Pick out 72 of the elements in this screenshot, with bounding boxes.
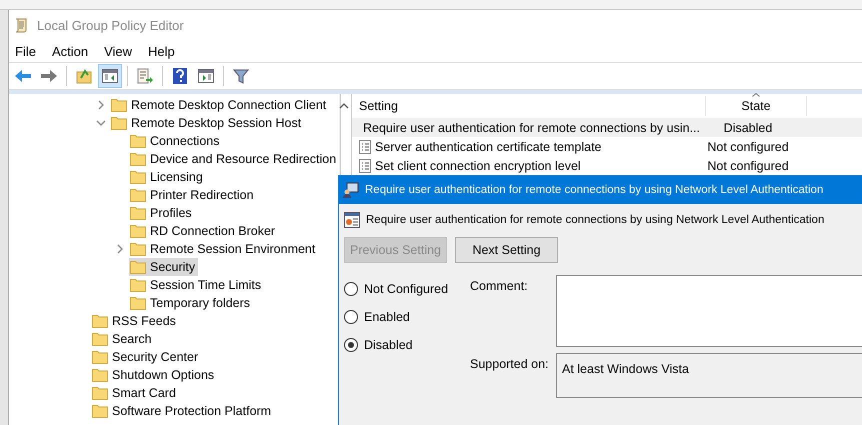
folder-icon <box>130 278 146 292</box>
tree-item[interactable]: Remote Session Environment <box>129 240 318 258</box>
folder-icon <box>130 188 146 202</box>
folder-icon <box>130 170 146 184</box>
setting-name: Require user authentication for remote connections by usin... <box>363 120 700 134</box>
console-tree-icon[interactable] <box>98 64 122 88</box>
option-label[interactable]: Disabled <box>364 338 413 352</box>
folder-icon <box>130 134 146 148</box>
column-header[interactable]: State <box>706 96 807 116</box>
scroll-icon <box>13 17 29 33</box>
policy-setting-icon <box>359 140 371 154</box>
tree-item[interactable]: Smart Card <box>91 384 179 402</box>
sort-caret-icon <box>752 93 760 97</box>
radio-button[interactable] <box>344 310 358 324</box>
tree-item[interactable]: Temporary folders <box>129 294 254 312</box>
settings-window-icon <box>344 212 360 228</box>
comment-label: Comment: <box>470 278 529 295</box>
menu-item[interactable]: Help <box>146 44 183 58</box>
folder-icon <box>92 368 108 382</box>
tree-item[interactable]: Connections <box>129 132 222 150</box>
setting-state: Disabled <box>722 120 774 134</box>
tree-item[interactable]: Search <box>91 330 155 348</box>
folder-icon <box>92 314 108 328</box>
tree-item[interactable]: Shutdown Options <box>91 366 218 384</box>
setting-heading: Require user authentication for remote connections by using Network Level Authentication <box>366 214 824 226</box>
option-label[interactable]: Enabled <box>364 310 410 324</box>
folder-icon <box>130 242 146 256</box>
folder-icon <box>92 386 108 400</box>
folder-icon <box>130 224 146 238</box>
setting-row[interactable]: Server authentication certificate template Not configured <box>352 137 862 156</box>
tree-item[interactable]: Remote Desktop Connection Client <box>110 96 330 114</box>
folder-icon <box>92 404 108 418</box>
setting-row[interactable]: Require user authentication for remote connections by usin... Disabled <box>352 118 862 137</box>
menu-item[interactable]: View <box>102 44 140 58</box>
window-title: Local Group Policy Editor <box>37 18 184 32</box>
folder-icon <box>111 116 127 130</box>
tree-item[interactable]: Software Protection Platform <box>91 402 274 420</box>
comment-field[interactable] <box>556 275 862 347</box>
tree-item[interactable]: RD Connection Broker <box>129 222 278 240</box>
folder-icon <box>130 296 146 310</box>
folder-icon <box>130 206 146 220</box>
menu-item[interactable]: Action <box>50 44 96 58</box>
radio-button[interactable] <box>344 282 358 296</box>
next-setting-button[interactable]: Next Setting <box>455 237 558 263</box>
column-header[interactable]: Setting <box>352 96 706 116</box>
setting-state: Not configured <box>706 140 790 154</box>
tree-item[interactable]: Printer Redirection <box>129 186 257 204</box>
setting-row[interactable]: Set client connection encryption level Not configured <box>352 156 862 175</box>
tree-item[interactable]: Profiles <box>129 204 195 222</box>
tree-item[interactable]: Device and Resource Redirection <box>129 150 340 168</box>
computer-user-icon <box>343 182 359 198</box>
option-label[interactable]: Not Configured <box>364 282 448 296</box>
folder-icon <box>92 350 108 364</box>
tree-item[interactable]: Remote Desktop Session Host <box>110 114 304 132</box>
radio-button[interactable] <box>344 338 358 352</box>
supported-value: At least Windows Vista <box>562 362 689 376</box>
tree-item[interactable]: Licensing <box>129 168 206 186</box>
folder-icon <box>92 332 108 346</box>
setting-name: Server authentication certificate template <box>375 140 602 154</box>
folder-icon <box>130 152 146 166</box>
menu-item[interactable]: File <box>13 44 44 58</box>
tree-item[interactable]: Session Time Limits <box>129 276 264 294</box>
policy-setting-icon <box>359 158 371 172</box>
dialog-title: Require user authentication for remote connections by using Network Level Authentication <box>365 184 824 196</box>
tree-item[interactable]: Security Center <box>91 348 202 366</box>
folder-icon <box>130 260 146 274</box>
setting-state: Not configured <box>706 158 790 172</box>
tree-item[interactable]: Security <box>129 258 198 276</box>
tree-item[interactable]: RSS Feeds <box>91 312 179 330</box>
supported-label: Supported on: <box>470 356 550 373</box>
setting-name: Set client connection encryption level <box>375 158 581 172</box>
folder-icon <box>111 98 127 112</box>
